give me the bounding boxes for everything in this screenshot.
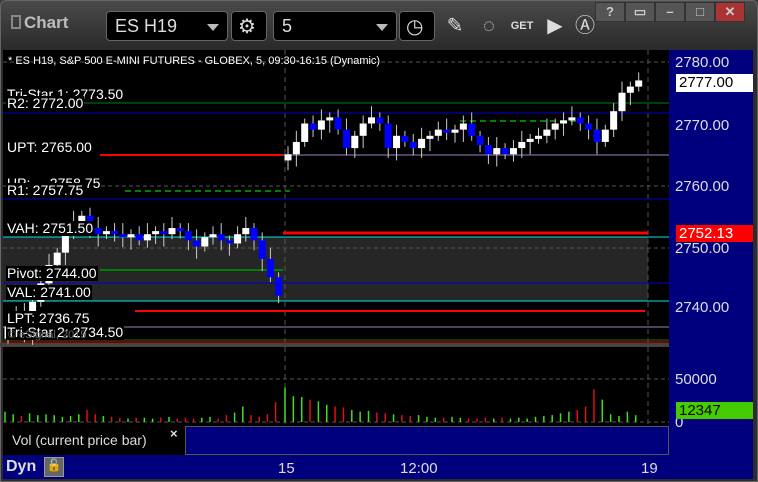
candle — [317, 120, 325, 130]
candle — [292, 141, 300, 155]
candle — [576, 117, 584, 124]
candle — [301, 123, 309, 142]
candle — [526, 138, 534, 142]
level-label: VAH: 2751.50 — [6, 220, 95, 236]
candle — [459, 123, 467, 130]
candle — [266, 258, 274, 278]
candle — [601, 129, 609, 142]
candle — [201, 237, 209, 247]
candle — [618, 92, 626, 112]
price-tick: 2750.00 — [675, 240, 730, 257]
candle — [234, 234, 242, 244]
candle — [127, 234, 135, 238]
candle — [94, 228, 102, 235]
last-volume-marker: 12347 — [676, 402, 753, 419]
candle — [384, 123, 392, 149]
candle — [217, 234, 225, 241]
candle — [359, 123, 367, 136]
price-tick: 2740.00 — [675, 299, 730, 316]
candle — [484, 145, 492, 155]
candle — [518, 141, 526, 149]
last-price-marker: 2777.00 — [676, 74, 753, 92]
chart-header: * ES H19, S&P 500 E-MINI FUTURES - GLOBE… — [8, 55, 381, 67]
candle — [501, 148, 509, 155]
candle — [376, 117, 384, 124]
candle — [258, 240, 266, 259]
level-label: R1: 2757.75 — [6, 182, 85, 198]
candle — [168, 228, 176, 235]
candle — [225, 240, 233, 244]
candle — [184, 231, 192, 241]
copyright: © eSignal, 2019 — [8, 329, 87, 341]
close-study-button[interactable]: × — [170, 426, 178, 441]
time-label: 15 — [278, 460, 295, 477]
price-tick: 2780.00 — [675, 54, 730, 71]
candle — [451, 129, 459, 133]
lock-icon[interactable]: 🔓 — [44, 457, 64, 477]
candle — [152, 231, 160, 235]
dyn-mode[interactable]: Dyn — [6, 458, 36, 476]
candle — [551, 123, 559, 130]
candle — [242, 228, 250, 235]
candle — [593, 129, 601, 142]
candle — [334, 117, 342, 130]
level-label: UPT: 2765.00 — [6, 139, 93, 155]
candle — [119, 234, 127, 238]
candle — [426, 135, 434, 139]
candle — [543, 129, 551, 136]
candle — [135, 234, 143, 241]
candle — [409, 141, 417, 149]
candle — [585, 123, 593, 130]
candle — [309, 123, 317, 130]
candle — [493, 148, 501, 155]
candle — [209, 234, 217, 238]
candle — [393, 135, 401, 149]
candle — [61, 234, 69, 253]
candle — [193, 240, 201, 247]
candle — [284, 154, 292, 161]
candle — [53, 252, 61, 265]
price-tick: 2770.00 — [675, 117, 730, 134]
price-tick: 2760.00 — [675, 178, 730, 195]
candle — [635, 80, 643, 87]
candle — [535, 135, 542, 139]
level-label: Pivot: 2744.00 — [6, 265, 98, 281]
candle — [560, 120, 568, 124]
volume-tick: 50000 — [675, 371, 717, 388]
candle — [443, 129, 451, 133]
volume-legend-bar — [185, 426, 669, 455]
candle — [176, 228, 184, 232]
level-price-marker: 2752.13 — [676, 225, 753, 242]
candle — [111, 231, 119, 235]
time-label: 19 — [641, 460, 658, 477]
candle — [143, 234, 151, 241]
candle — [401, 135, 409, 142]
candle — [468, 123, 476, 136]
level-label: VAL: 2741.00 — [6, 284, 92, 300]
value-area — [3, 237, 648, 301]
candle — [342, 129, 350, 149]
candle — [351, 135, 359, 149]
candle — [326, 117, 334, 121]
level-label: R2: 2772.00 — [6, 95, 85, 111]
panel-separator — [0, 343, 669, 347]
candle — [102, 231, 110, 235]
candle — [568, 117, 576, 121]
time-label: 12:00 — [400, 460, 438, 477]
candle — [434, 129, 442, 136]
candle — [418, 138, 426, 149]
candle — [275, 277, 283, 296]
candle — [368, 117, 375, 124]
volume-legend: Vol (current price bar) — [12, 432, 147, 448]
candle — [610, 111, 618, 130]
candle — [476, 135, 484, 146]
candle — [626, 86, 634, 93]
chart-svg — [0, 50, 669, 455]
candle — [509, 148, 517, 155]
candle — [160, 231, 168, 235]
candle — [250, 228, 258, 241]
